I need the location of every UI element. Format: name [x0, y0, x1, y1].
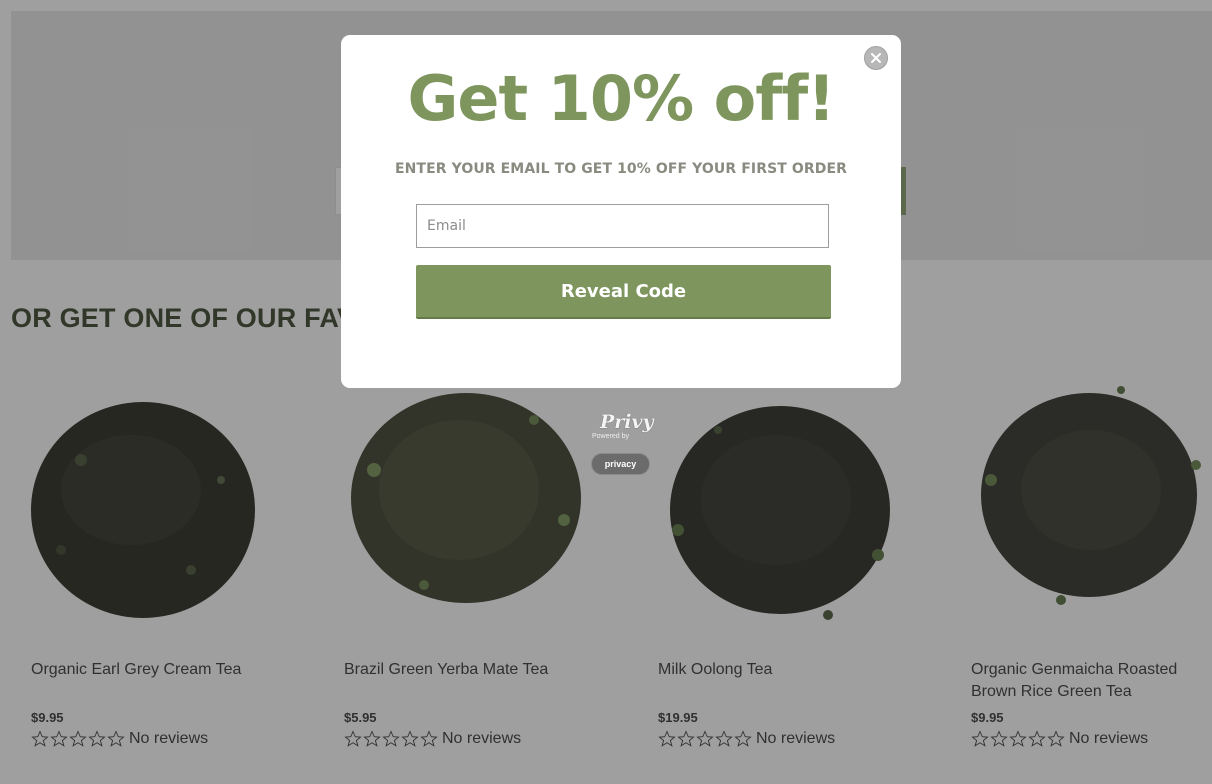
popup-title: Get 10% off! — [407, 62, 836, 135]
reveal-code-button[interactable]: Reveal Code — [416, 265, 831, 319]
powered-by-text: Powered by — [592, 433, 629, 440]
email-field[interactable] — [416, 204, 829, 248]
discount-popup: Get 10% off! ENTER YOUR EMAIL TO GET 10%… — [341, 35, 901, 388]
popup-subtitle: ENTER YOUR EMAIL TO GET 10% OFF YOUR FIR… — [394, 161, 848, 177]
privy-logo[interactable]: Privy Powered by — [590, 411, 654, 445]
privacy-link[interactable]: privacy — [591, 453, 650, 475]
privy-logo-text: Privy — [600, 411, 654, 433]
